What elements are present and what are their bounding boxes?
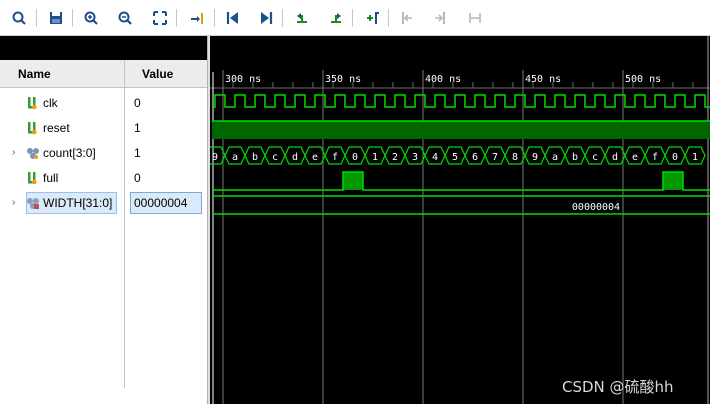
full-pulse-fill [663, 172, 683, 190]
signal-name: WIDTH[31:0] [43, 196, 113, 210]
signal-row[interactable]: › WIDTH[31:0] 00000004 [0, 191, 207, 216]
signal-row[interactable]: › count[3:0] 1 [0, 141, 207, 166]
count-bus-value: e [632, 152, 638, 163]
waveform-canvas[interactable]: 300 ns 350 ns 400 ns 450 ns 500 ns 9 a b c d e f 0 1 2… [210, 36, 710, 404]
next-marker-icon [429, 7, 451, 29]
count-bus-value: 4 [432, 152, 438, 163]
count-bus-value: 9 [532, 152, 538, 163]
signal-row[interactable]: full 0 [0, 166, 207, 191]
zoom-out-icon[interactable] [114, 7, 136, 29]
count-bus-value: c [592, 152, 598, 163]
zoom-fit-icon[interactable] [149, 7, 171, 29]
count-bus-value: 2 [392, 152, 398, 163]
time-label: 450 ns [525, 74, 561, 85]
signal-value: 1 [134, 121, 141, 135]
expand-arrow-icon[interactable]: › [12, 147, 15, 158]
signal-name: count[3:0] [43, 146, 96, 160]
count-bus-value: f [332, 152, 338, 163]
signal-row[interactable]: reset 1 [0, 116, 207, 141]
signal-value: 1 [134, 146, 141, 160]
go-to-cursor-icon[interactable] [186, 7, 208, 29]
next-transition-icon[interactable] [325, 7, 347, 29]
time-label: 300 ns [225, 74, 261, 85]
signal-value: 00000004 [134, 196, 188, 210]
count-bus-value: f [652, 152, 658, 163]
count-bus-value: c [272, 152, 278, 163]
count-bus-value: 3 [412, 152, 418, 163]
zoom-in-icon[interactable] [80, 7, 102, 29]
add-marker-icon[interactable] [361, 7, 383, 29]
logic-signal-icon [28, 122, 37, 135]
signal-value: 0 [134, 171, 141, 185]
count-bus-value: 1 [692, 152, 698, 163]
signal-row[interactable]: clk 0 [0, 91, 207, 116]
swap-cursors-icon [464, 7, 486, 29]
count-bus-value: d [612, 152, 618, 163]
signal-list-header: Name Value [0, 60, 207, 88]
time-label: 350 ns [325, 74, 361, 85]
bus-signal-icon [27, 148, 39, 159]
waveform-toolbar [0, 0, 710, 36]
count-bus-value: 8 [512, 152, 518, 163]
count-bus-value: 6 [472, 152, 478, 163]
signal-list-panel: Name Value clk 0 reset 1 › count[3:0] 1 full 0 › W… [0, 36, 207, 404]
expand-arrow-icon[interactable]: › [12, 197, 15, 208]
count-bus-value: a [552, 152, 558, 163]
logic-signal-icon [28, 97, 37, 110]
save-icon[interactable] [45, 7, 67, 29]
signal-value: 0 [134, 96, 141, 110]
previous-marker-icon [396, 7, 418, 29]
time-label: 500 ns [625, 74, 661, 85]
time-label: 400 ns [425, 74, 461, 85]
reset-waveform-fill [212, 121, 710, 139]
signal-name: reset [43, 121, 70, 135]
full-waveform [212, 171, 710, 191]
signal-name: clk [43, 96, 58, 110]
name-column-header[interactable]: Name [18, 67, 51, 81]
go-to-start-icon[interactable] [222, 7, 244, 29]
count-bus-value: b [252, 152, 258, 163]
value-column-header[interactable]: Value [142, 67, 173, 81]
go-to-end-icon[interactable] [255, 7, 277, 29]
count-bus-value: 0 [352, 152, 358, 163]
logic-signal-icon [28, 172, 37, 185]
width-bus-value: 00000004 [572, 202, 620, 213]
full-pulse-fill [343, 172, 363, 190]
count-bus-value: b [572, 152, 578, 163]
count-bus-value: 0 [672, 152, 678, 163]
count-bus-value: a [232, 152, 238, 163]
search-icon[interactable] [8, 7, 30, 29]
parameter-bus-icon [27, 198, 39, 209]
signal-name: full [43, 171, 59, 185]
count-bus-value: e [312, 152, 318, 163]
clk-waveform [212, 94, 710, 108]
count-bus-value: 5 [452, 152, 458, 163]
count-bus-value: 1 [372, 152, 378, 163]
watermark: CSDN @硫酸hh [562, 378, 674, 396]
count-bus-value: 7 [492, 152, 498, 163]
previous-transition-icon[interactable] [291, 7, 313, 29]
count-bus-value: 9 [212, 152, 218, 163]
count-bus-value: d [292, 152, 298, 163]
